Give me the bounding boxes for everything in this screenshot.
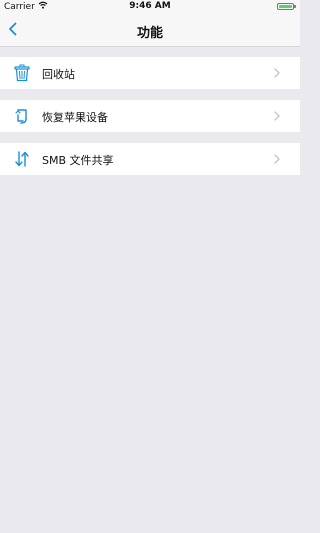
trash-icon [13,64,31,82]
page-title: 功能 [136,26,163,41]
restore-arrow-icon [13,107,31,125]
chevron-right-icon [272,154,282,164]
menu-item-restore-device[interactable]: 恢复苹果设备 [0,100,300,132]
feature-list: 回收站 恢复苹果设备 SMB 文件共享 [0,57,300,186]
battery-icon [277,3,296,10]
status-bar: Carrier 9:46 AM [0,0,300,14]
menu-item-recycle-bin[interactable]: 回收站 [0,57,300,89]
navigation-bar: 功能 [0,14,300,47]
battery-level [279,5,292,8]
menu-item-label: 恢复苹果设备 [42,111,108,124]
menu-item-smb-share[interactable]: SMB 文件共享 [0,143,300,175]
chevron-right-icon [272,68,282,78]
status-time: 9:46 AM [129,1,171,11]
menu-item-label: 回收站 [42,68,75,81]
chevron-right-icon [272,111,282,121]
transfer-arrows-icon [13,150,31,168]
menu-item-label: SMB 文件共享 [42,154,114,167]
